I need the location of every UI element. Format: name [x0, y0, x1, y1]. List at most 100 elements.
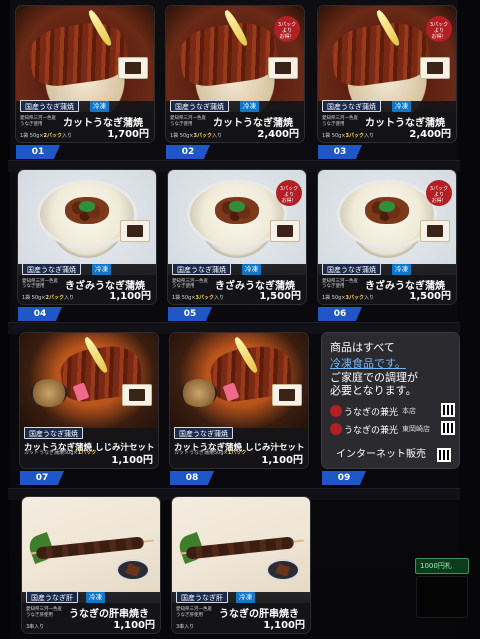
product-card-08[interactable]: 国産うなぎ蒲焼 カットうなぎ蒲焼 しじみ汁セット カットうなぎ蒲焼50g×1パッ… — [170, 333, 308, 468]
product-quantity: 1袋 50g×2パック入り — [22, 294, 74, 301]
product-photo-kimo-skewer — [22, 497, 160, 604]
origin-note: 愛知県三河一色産 うなぎ使用 — [322, 116, 358, 127]
product-info: 国産うなぎ蒲焼 冷凍 愛知県三河一色産 うなぎ使用 カットうなぎ蒲焼 1袋 50g… — [16, 100, 154, 142]
frozen-food-notice-panel: 商品はすべて 冷凍食品です。 ご家庭での調理が 必要となります。 うなぎの兼光 … — [322, 333, 459, 468]
product-price: 1,100円 — [263, 620, 305, 631]
slot-number-08[interactable]: 08 — [170, 471, 214, 485]
product-price: 1,100円 — [261, 455, 303, 466]
slot-number-04[interactable]: 04 — [18, 307, 62, 321]
product-info: 国産うなぎ蒲焼 カットうなぎ蒲焼 しじみ汁セット カットうなぎ蒲焼50g×1パッ… — [170, 426, 308, 468]
qty-prefix: カットうなぎ蒲焼50g× — [24, 450, 78, 456]
origin-note: 愛知県三河一色産 うなぎ肝使用 — [26, 607, 62, 618]
qty-bold: 3パック — [345, 295, 364, 301]
origin-note: 愛知県三河一色産 うなぎ使用 — [22, 278, 58, 290]
green-onion-icon — [228, 201, 246, 212]
product-card-05[interactable]: 3パック より お得！ 国産うなぎ蒲焼 冷凍 愛知県三河一色産 うなぎ使用 きざみうな… — [168, 170, 306, 304]
product-photo-kimo-skewer — [172, 497, 310, 604]
brand-store: 本店 — [402, 407, 416, 415]
product-info: 国産うなぎ蒲焼 冷凍 愛知県三河一色産 うなぎ使用 カットうなぎ蒲焼 1袋 50g… — [166, 100, 304, 142]
slot-number-07[interactable]: 07 — [20, 471, 64, 485]
product-card-04[interactable]: 国産うなぎ蒲焼 冷凍 愛知県三河一色産 うなぎ使用 きざみうなぎ蒲焼 1袋 50g… — [18, 170, 156, 304]
product-price: 2,400円 — [257, 129, 299, 140]
package-icon — [420, 220, 450, 243]
product-category-tag: 国産うなぎ肝 — [176, 591, 228, 604]
brand-logo-icon — [330, 423, 342, 435]
product-card-06[interactable]: 3パック より お得！ 国産うなぎ蒲焼 冷凍 愛知県三河一色産 うなぎ使用 きざみうな… — [318, 170, 456, 304]
origin-note: 愛知県三河一色産 うなぎ肝使用 — [176, 607, 212, 618]
frozen-badge: 冷凍 — [86, 592, 105, 604]
product-card-11[interactable]: 国産うなぎ肝 冷凍 愛知県三河一色産 うなぎ肝使用 うなぎの肝串焼き 3串入り 1… — [172, 497, 310, 633]
slot-number-03[interactable]: 03 — [318, 145, 362, 159]
qr-code-icon[interactable] — [441, 403, 455, 417]
product-info: 国産うなぎ蒲焼 カットうなぎ蒲焼 しじみ汁セット カットうなぎ蒲焼50g×1パッ… — [20, 426, 158, 468]
product-card-01[interactable]: 国産うなぎ蒲焼 冷凍 愛知県三河一色産 うなぎ使用 カットうなぎ蒲焼 1袋 50g… — [16, 6, 154, 142]
product-card-02[interactable]: 3パック より お得！ 国産うなぎ蒲焼 冷凍 愛知県三河一色産 うなぎ使用 カットうな… — [166, 6, 304, 142]
promo-badge: 3パック より お得！ — [276, 180, 302, 206]
qty-suffix: 入り — [213, 295, 224, 301]
product-quantity: 1袋 50g×3パック入り — [322, 294, 374, 301]
qty-prefix: 1袋 50g× — [22, 295, 46, 301]
plate-icon — [116, 558, 150, 581]
product-category-tag: 国産うなぎ蒲焼 — [20, 100, 79, 113]
product-photo-eel-bowl — [16, 6, 154, 113]
product-quantity: 1袋 50g×3パック入り — [170, 132, 222, 139]
frozen-badge: 冷凍 — [242, 263, 261, 275]
brand-logo-icon — [330, 405, 342, 417]
product-info: 国産うなぎ肝 冷凍 愛知県三河一色産 うなぎ肝使用 うなぎの肝串焼き 3串入り 1… — [22, 591, 160, 633]
frozen-badge: 冷凍 — [92, 263, 111, 275]
product-quantity: 1袋 50g×3パック入り — [322, 132, 374, 139]
product-category-tag: 国産うなぎ蒲焼 — [322, 100, 381, 113]
product-quantity: 1袋 50g×2パック入り — [20, 132, 72, 139]
product-category-tag: 国産うなぎ蒲焼 — [24, 426, 83, 439]
slot-number-01[interactable]: 01 — [16, 145, 60, 159]
origin-note: 愛知県三河一色産 うなぎ使用 — [322, 278, 358, 290]
bill-slot-label[interactable]: 1000円札 — [415, 558, 469, 574]
brand-honten-row: うなぎの兼光 本店 — [330, 403, 455, 419]
slot-number-06[interactable]: 06 — [318, 307, 362, 321]
qty-suffix: 入り — [63, 295, 74, 301]
package-icon — [420, 56, 450, 79]
vending-machine-front: 国産うなぎ蒲焼 冷凍 愛知県三河一色産 うなぎ使用 カットうなぎ蒲焼 1袋 50g… — [0, 0, 480, 639]
shijimi-soup-icon — [31, 379, 67, 407]
product-quantity: 3串入り — [176, 624, 195, 630]
qty-prefix: 1袋 50g× — [20, 133, 44, 139]
slot-number-02[interactable]: 02 — [166, 145, 210, 159]
eel-strips-image — [176, 18, 280, 90]
qr-code-icon[interactable] — [437, 448, 451, 462]
qty-bold: 2パック — [43, 133, 62, 139]
qty-bold: 1パック — [227, 450, 247, 456]
slot-number-09[interactable]: 09 — [322, 471, 366, 485]
frozen-badge: 冷凍 — [240, 101, 259, 113]
bill-insert-slot[interactable] — [416, 576, 468, 618]
package-icon — [272, 383, 302, 406]
package-icon — [268, 56, 298, 79]
notice-line-3: ご家庭での調理が — [330, 371, 418, 384]
product-card-10[interactable]: 国産うなぎ肝 冷凍 愛知県三河一色産 うなぎ肝使用 うなぎの肝串焼き 3串入り 1… — [22, 497, 160, 633]
product-info: 国産うなぎ肝 冷凍 愛知県三河一色産 うなぎ肝使用 うなぎの肝串焼き 3串入り 1… — [172, 591, 310, 633]
notice-line-1: 商品はすべて — [330, 341, 395, 354]
product-photo-eel-bowl: 3パック より お得！ — [318, 6, 456, 113]
product-info: 国産うなぎ蒲焼 冷凍 愛知県三河一色産 うなぎ使用 きざみうなぎ蒲焼 1袋 50g… — [318, 262, 456, 304]
qr-code-icon[interactable] — [441, 421, 455, 435]
package-icon — [118, 56, 148, 79]
product-photo-shijimi-set — [20, 333, 158, 439]
product-card-07[interactable]: 国産うなぎ蒲焼 カットうなぎ蒲焼 しじみ汁セット カットうなぎ蒲焼50g×1パッ… — [20, 333, 158, 468]
qty-bold: 1パック — [77, 450, 97, 456]
product-quantity: 1袋 50g×3パック入り — [172, 294, 224, 301]
product-card-03[interactable]: 3パック より お得！ 国産うなぎ蒲焼 冷凍 愛知県三河一色産 うなぎ使用 カットうな… — [318, 6, 456, 142]
qty-prefix: カットうなぎ蒲焼50g× — [174, 450, 228, 456]
qty-prefix: 1袋 50g× — [322, 133, 346, 139]
product-price: 1,100円 — [111, 455, 153, 466]
slot-number-05[interactable]: 05 — [168, 307, 212, 321]
qty-prefix: 1袋 50g× — [172, 295, 196, 301]
qty-prefix: 1袋 50g× — [170, 133, 194, 139]
origin-note: 愛知県三河一色産 うなぎ使用 — [170, 116, 206, 127]
shijimi-soup-icon — [181, 379, 217, 407]
product-category-tag: 国産うなぎ蒲焼 — [322, 262, 381, 275]
product-photo-kizami-bowl — [18, 170, 156, 275]
qty-bold: 3パック — [193, 133, 212, 139]
liver-skewer-image — [35, 535, 144, 560]
eel-strips-image — [26, 18, 130, 90]
qty-prefix: 1袋 50g× — [322, 295, 346, 301]
qty-bold: 3パック — [345, 133, 364, 139]
